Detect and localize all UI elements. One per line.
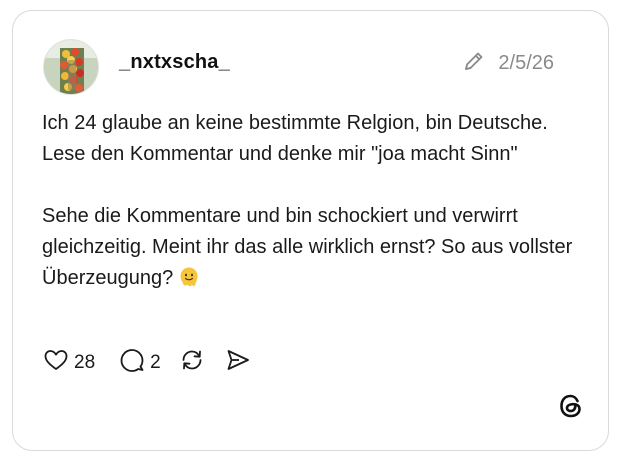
reply-count: 2 [150, 351, 161, 373]
post-date: 2/5/26 [498, 52, 554, 74]
comment-icon [119, 347, 145, 378]
reply-button[interactable]: 2 [119, 347, 161, 378]
like-count: 28 [74, 351, 96, 373]
post-body: Ich 24 glaube an keine bestimmte Relgion… [42, 108, 582, 299]
like-button[interactable]: 28 [43, 348, 95, 377]
post-card: _nxtxscha_ 2/5/26 Ich 24 glaube an keine… [12, 10, 609, 451]
post-paragraph-2: Sehe die Kommentare und bin schockiert u… [42, 201, 582, 299]
share-button[interactable] [225, 347, 251, 378]
melting-face-emoji [177, 265, 201, 299]
repost-button[interactable] [179, 347, 205, 378]
repost-icon [179, 347, 205, 378]
post-meta: 2/5/26 [462, 49, 554, 78]
pencil-icon [462, 49, 486, 78]
username[interactable]: _nxtxscha_ [119, 51, 230, 74]
avatar[interactable] [43, 39, 99, 95]
post-paragraph-1: Ich 24 glaube an keine bestimmte Relgion… [42, 112, 548, 165]
action-bar: 28 2 [43, 347, 251, 378]
share-icon [225, 347, 251, 378]
heart-icon [43, 348, 69, 377]
post-paragraph-2-text: Sehe die Kommentare und bin schockiert u… [42, 205, 573, 289]
threads-logo-icon[interactable] [558, 393, 584, 424]
avatar-image [44, 40, 98, 94]
